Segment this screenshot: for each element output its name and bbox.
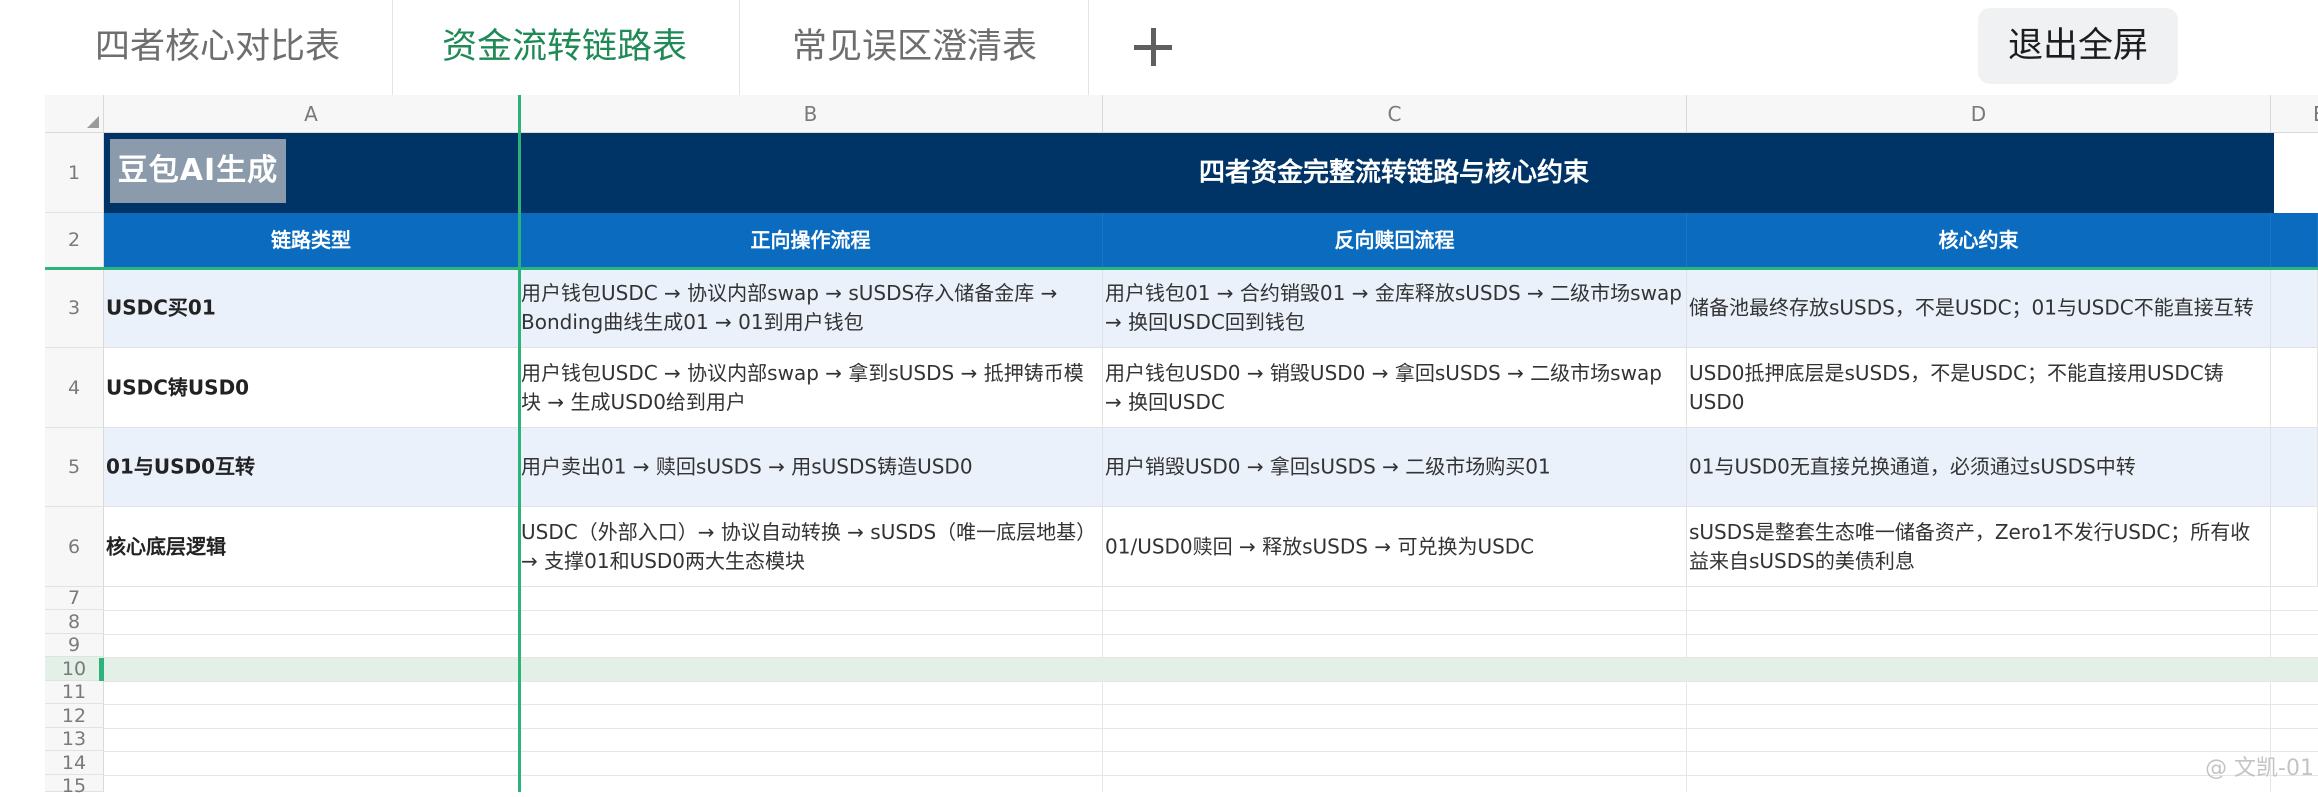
watermark: @ 文凯-01 [2205, 756, 2314, 781]
row-header[interactable]: 3 [45, 268, 104, 348]
exit-fullscreen-button[interactable]: 退出全屏 [1978, 8, 2178, 84]
table-cell[interactable]: 用户钱包USDC → 协议内部swap → sUSDS存入储备金库 → Bond… [519, 268, 1103, 348]
row-header[interactable]: 14 [45, 751, 104, 775]
table-cell[interactable] [2271, 428, 2318, 507]
column-header-a[interactable]: A [104, 95, 519, 133]
table-cell[interactable] [2271, 268, 2318, 348]
core-constraint: sUSDS是整套生态唯一储备资产，Zero1不发行USDC；所有收益来自sUSD… [1689, 519, 2251, 573]
reverse-flow: 用户销毁USD0 → 拿回sUSDS → 二级市场购买01 [1105, 454, 1551, 479]
column-header-b[interactable]: B [519, 95, 1103, 133]
table-cell[interactable]: USDC买01 [104, 268, 519, 348]
row-header[interactable]: 2 [45, 213, 104, 268]
selected-row-marker [99, 658, 104, 681]
core-constraint: USD0抵押底层是sUSDS，不是USDC；不能直接用USDC铸USD0 [1689, 360, 2224, 414]
column-header-c[interactable]: C [1103, 95, 1687, 133]
link-type: USDC买01 [106, 295, 216, 319]
row-header[interactable]: 12 [45, 704, 104, 728]
header-empty-cell[interactable] [2271, 213, 2318, 268]
row-header[interactable]: 6 [45, 507, 104, 587]
tab-divider [1088, 0, 1089, 95]
table-cell[interactable]: sUSDS是整套生态唯一储备资产，Zero1不发行USDC；所有收益来自sUSD… [1687, 507, 2271, 587]
add-sheet-icon[interactable] [1128, 22, 1178, 72]
core-constraint: 储备池最终存放sUSDS，不是USDC；01与USDC不能直接互转 [1689, 295, 2254, 319]
forward-flow: 用户钱包USDC → 协议内部swap → 拿到sUSDS → 抵押铸币模块 →… [521, 360, 1084, 414]
header-reverse-flow[interactable]: 反向赎回流程 [1103, 213, 1687, 268]
row-header[interactable]: 4 [45, 348, 104, 428]
table-cell[interactable]: 01与USD0互转 [104, 428, 519, 507]
header-forward-flow[interactable]: 正向操作流程 [519, 213, 1103, 268]
row-header[interactable]: 13 [45, 728, 104, 751]
table-cell[interactable]: 储备池最终存放sUSDS，不是USDC；01与USDC不能直接互转 [1687, 268, 2271, 348]
core-constraint: 01与USD0无直接兑换通道，必须通过sUSDS中转 [1689, 454, 2136, 479]
table-cell[interactable]: 01/USD0赎回 → 释放sUSDS → 可兑换为USDC [1103, 507, 1687, 587]
header-link-type[interactable]: 链路类型 [104, 213, 519, 268]
column-header-e[interactable]: E [2271, 95, 2318, 133]
row-header[interactable]: 7 [45, 587, 104, 610]
table-cell[interactable]: 用户钱包01 → 合约销毁01 → 金库释放sUSDS → 二级市场swap →… [1103, 268, 1687, 348]
row-header[interactable]: 8 [45, 610, 104, 634]
table-cell[interactable]: 用户钱包USDC → 协议内部swap → 拿到sUSDS → 抵押铸币模块 →… [519, 348, 1103, 428]
reverse-flow: 用户钱包USD0 → 销毁USD0 → 拿回sUSDS → 二级市场swap →… [1105, 360, 1662, 414]
row-header[interactable]: 15 [45, 775, 104, 797]
table-cell[interactable]: 用户销毁USD0 → 拿回sUSDS → 二级市场购买01 [1103, 428, 1687, 507]
table-cell[interactable]: 01与USD0无直接兑换通道，必须通过sUSDS中转 [1687, 428, 2271, 507]
reverse-flow: 01/USD0赎回 → 释放sUSDS → 可兑换为USDC [1105, 534, 1535, 558]
row-header[interactable]: 11 [45, 681, 104, 704]
column-header-d[interactable]: D [1687, 95, 2271, 133]
freeze-row-line[interactable] [45, 267, 2318, 270]
header-core-constraint[interactable]: 核心约束 [1687, 213, 2271, 268]
table-cell[interactable] [2271, 507, 2318, 587]
table-cell[interactable]: 用户卖出01 → 赎回sUSDS → 用sUSDS铸造USD0 [519, 428, 1103, 507]
spreadsheet-grid[interactable]: A B C D E 1 2 3 4 5 6 7 8 9 10 11 12 13 … [0, 95, 2318, 797]
select-all-corner[interactable] [45, 95, 104, 133]
tab-fund-flow[interactable]: 资金流转链路表 [427, 0, 702, 95]
link-type: 核心底层逻辑 [106, 534, 226, 558]
table-cell[interactable] [2271, 348, 2318, 428]
row-header[interactable]: 5 [45, 428, 104, 507]
tab-misconceptions[interactable]: 常见误区澄清表 [777, 0, 1052, 95]
link-type: USDC铸USD0 [106, 375, 250, 399]
link-type: 01与USD0互转 [106, 454, 255, 479]
forward-flow: USDC（外部入口）→ 协议自动转换 → sUSDS（唯一底层地基）→ 支撑01… [521, 519, 1097, 573]
table-cell[interactable]: USDC铸USD0 [104, 348, 519, 428]
title-row[interactable]: 四者资金完整流转链路与核心约束 [104, 133, 2274, 213]
empty-cells-grid[interactable] [104, 587, 2318, 792]
table-cell[interactable]: USDC（外部入口）→ 协议自动转换 → sUSDS（唯一底层地基）→ 支撑01… [519, 507, 1103, 587]
doubao-logo: 豆包AI生成 [110, 139, 286, 203]
table-cell[interactable]: 核心底层逻辑 [104, 507, 519, 587]
freeze-column-line[interactable] [518, 95, 521, 792]
row-header-selected[interactable]: 10 [45, 657, 104, 681]
tab-divider [392, 0, 393, 95]
sheet-title: 四者资金完整流转链路与核心约束 [1198, 158, 1589, 188]
selected-row-highlight [104, 658, 2318, 681]
tab-core-comparison[interactable]: 四者核心对比表 [80, 0, 355, 95]
table-cell[interactable]: USD0抵押底层是sUSDS，不是USDC；不能直接用USDC铸USD0 [1687, 348, 2271, 428]
table-cell[interactable]: 用户钱包USD0 → 销毁USD0 → 拿回sUSDS → 二级市场swap →… [1103, 348, 1687, 428]
row-header[interactable]: 1 [45, 133, 104, 213]
forward-flow: 用户钱包USDC → 协议内部swap → sUSDS存入储备金库 → Bond… [521, 280, 1058, 334]
row-header[interactable]: 9 [45, 634, 104, 657]
reverse-flow: 用户钱包01 → 合约销毁01 → 金库释放sUSDS → 二级市场swap →… [1105, 280, 1682, 334]
tab-divider [739, 0, 740, 95]
sheet-tab-bar: 四者核心对比表 资金流转链路表 常见误区澄清表 退出全屏 [0, 0, 2318, 95]
forward-flow: 用户卖出01 → 赎回sUSDS → 用sUSDS铸造USD0 [521, 454, 973, 479]
